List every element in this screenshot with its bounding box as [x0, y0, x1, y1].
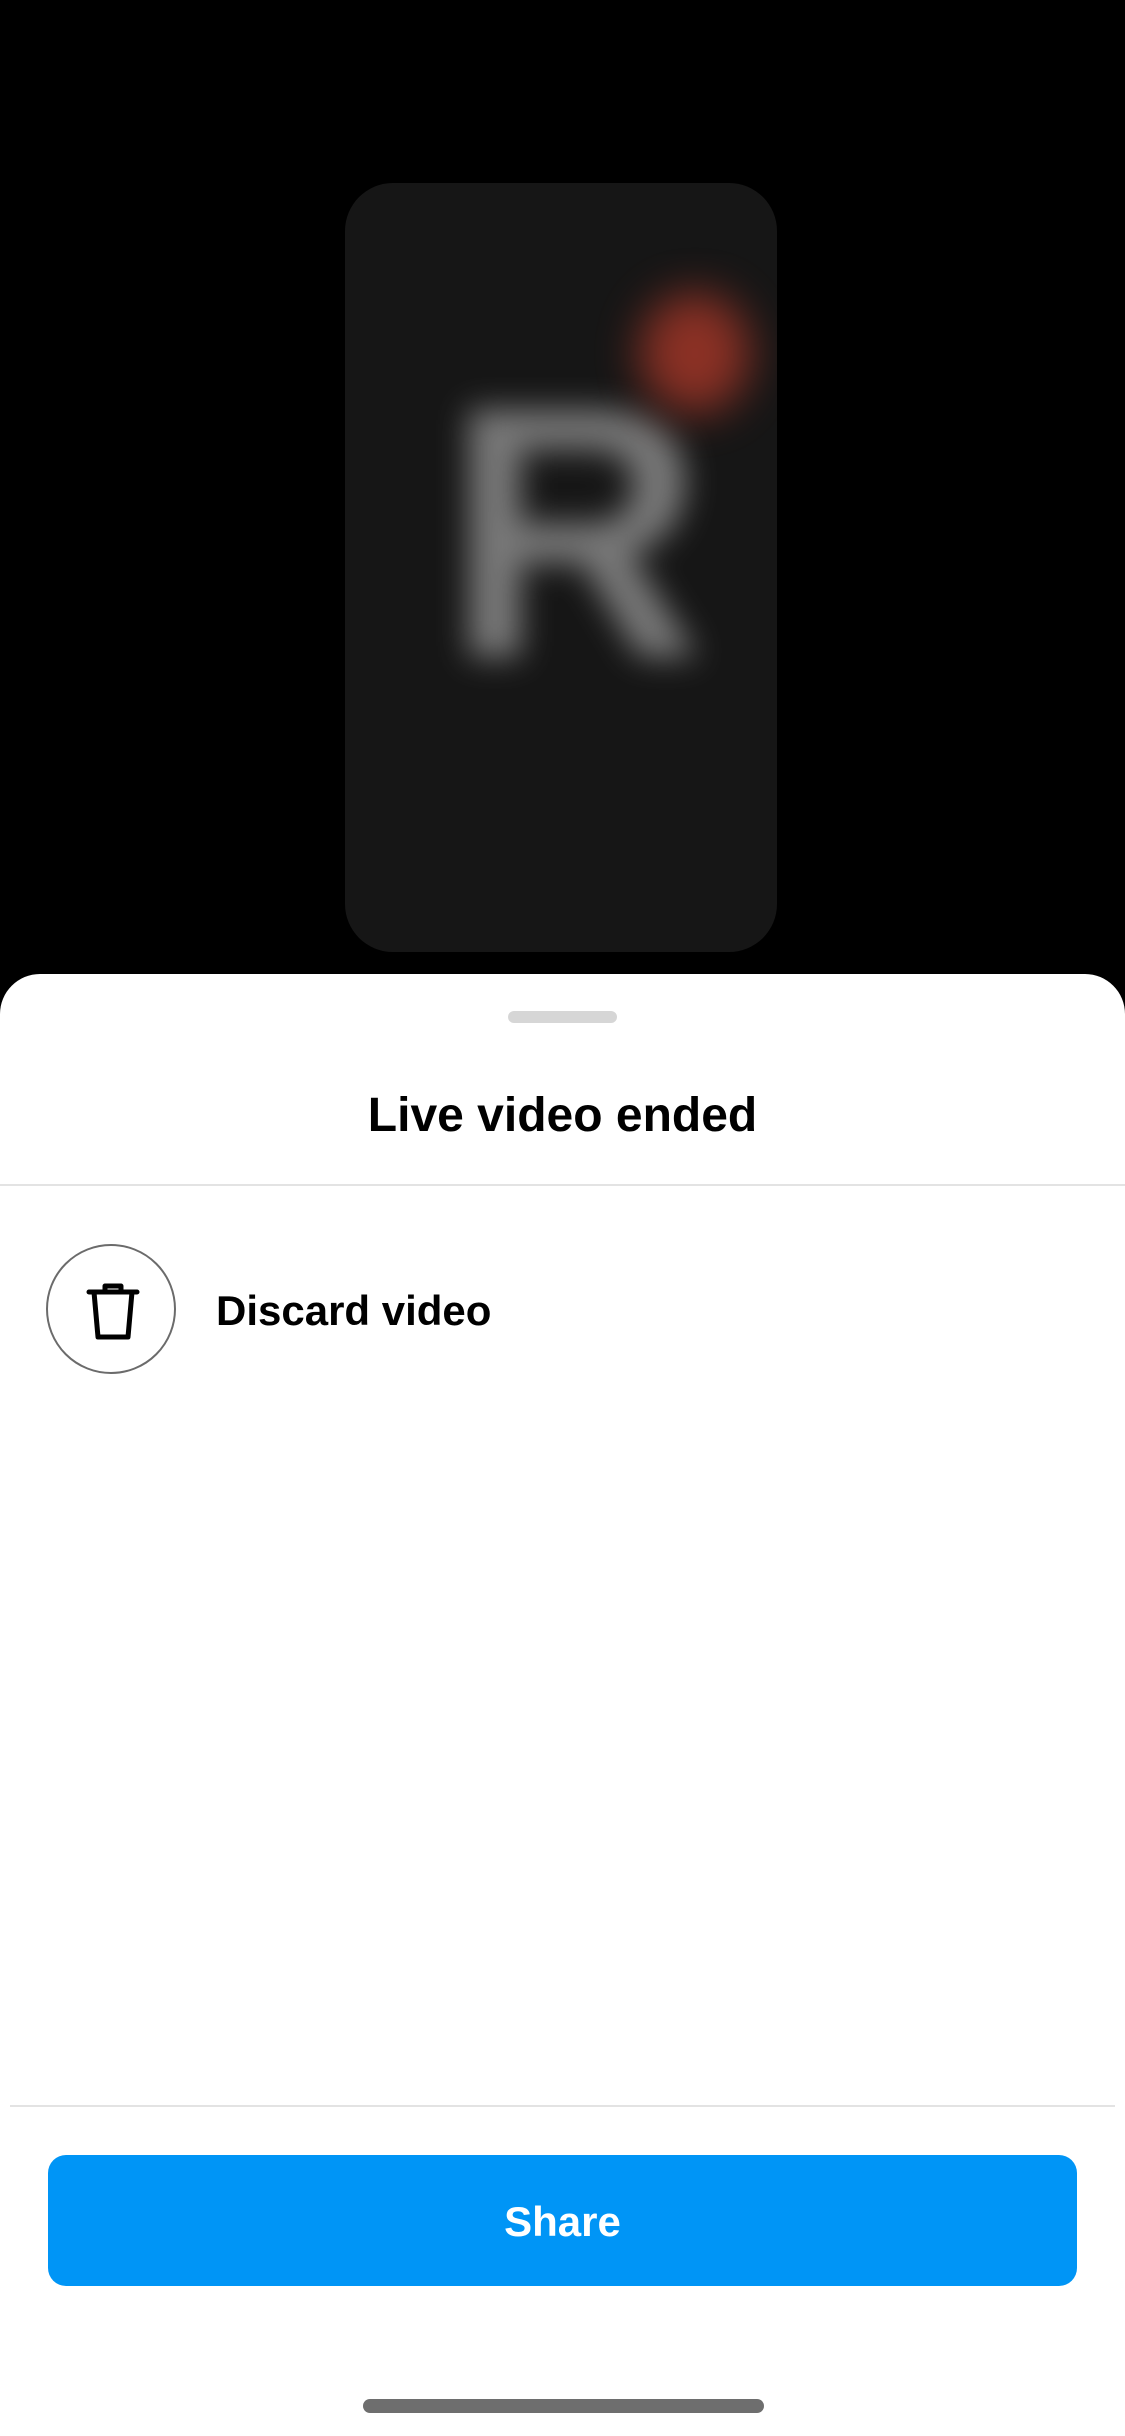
sheet-title: Live video ended	[367, 1089, 758, 1142]
preview-blurred-dot	[640, 293, 750, 413]
discard-icon-circle	[46, 1244, 176, 1374]
discard-video-option[interactable]: Discard video	[0, 1244, 1125, 1380]
preview-blurred-glyph: R	[445, 332, 705, 734]
home-indicator	[363, 2399, 764, 2413]
divider	[0, 1184, 1125, 1186]
share-button[interactable]: Share	[48, 2155, 1077, 2286]
divider	[10, 2105, 1115, 2107]
bottom-sheet: Live video ended Discard video Share	[0, 974, 1125, 2436]
discard-video-label: Discard video	[216, 1287, 492, 1334]
sheet-grabber-handle[interactable]	[508, 1011, 617, 1023]
live-ended-screen: R Live video ended Discard video Share	[0, 0, 1125, 2436]
video-preview-thumbnail[interactable]: R	[345, 183, 777, 952]
trash-icon	[86, 1283, 140, 1340]
